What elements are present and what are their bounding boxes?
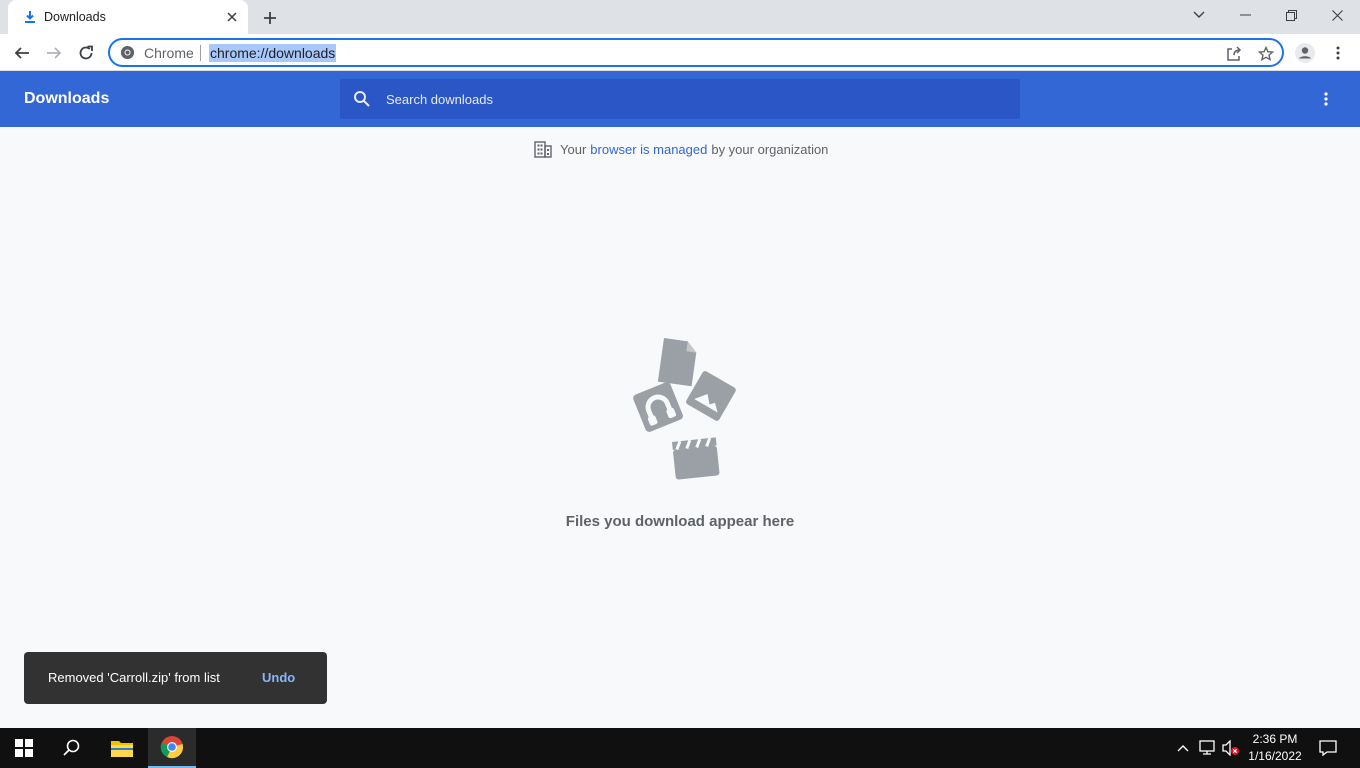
chrome-icon xyxy=(120,45,136,61)
url-text[interactable]: chrome://downloads xyxy=(209,44,337,62)
clock-date: 1/16/2022 xyxy=(1248,749,1302,763)
search-taskbar-icon[interactable] xyxy=(48,728,96,768)
empty-message: Files you download appear here xyxy=(565,513,795,530)
managed-notice: Your browser is managed by your organiza… xyxy=(534,140,828,158)
search-input[interactable] xyxy=(386,79,1006,119)
back-button[interactable] xyxy=(9,40,35,66)
managed-prefix: Your xyxy=(560,141,587,157)
system-clock[interactable]: 2:36 PM 1/16/2022 xyxy=(1244,731,1306,765)
network-icon[interactable] xyxy=(1197,738,1217,758)
new-tab-button[interactable] xyxy=(258,6,282,30)
page-title: Downloads xyxy=(24,90,110,107)
chrome-taskbar-icon[interactable] xyxy=(148,728,196,768)
volume-muted-icon[interactable] xyxy=(1221,738,1241,758)
minimize-button[interactable] xyxy=(1222,0,1268,30)
chrome-menu-icon[interactable] xyxy=(1325,40,1351,66)
downloads-header: Downloads xyxy=(0,71,1360,127)
search-box[interactable] xyxy=(340,79,1020,119)
site-chip: Chrome xyxy=(144,45,194,61)
file-explorer-icon[interactable] xyxy=(98,728,146,768)
tab-strip: Downloads xyxy=(0,0,1360,34)
image-icon xyxy=(686,371,736,421)
restore-button[interactable] xyxy=(1268,0,1314,30)
download-icon xyxy=(22,9,38,25)
close-window-button[interactable] xyxy=(1314,0,1360,30)
address-bar[interactable]: Chrome chrome://downloads xyxy=(108,38,1284,67)
search-icon xyxy=(353,90,371,108)
tab-close-icon[interactable] xyxy=(224,9,240,25)
more-actions-icon[interactable] xyxy=(1314,87,1338,111)
clock-time: 2:36 PM xyxy=(1252,732,1298,746)
empty-downloads-illustration xyxy=(616,334,744,484)
forward-button[interactable] xyxy=(41,40,67,66)
managed-suffix: by your organization xyxy=(711,141,829,157)
profile-avatar[interactable] xyxy=(1292,40,1318,66)
undo-toast: Removed 'Carroll.zip' from list Undo xyxy=(24,652,327,704)
windows-taskbar: 2:36 PM 1/16/2022 xyxy=(0,728,1360,768)
tab-title: Downloads xyxy=(44,10,106,24)
start-button[interactable] xyxy=(0,728,48,768)
tab-downloads[interactable]: Downloads xyxy=(8,0,248,34)
reload-button[interactable] xyxy=(73,40,99,66)
video-icon xyxy=(672,437,720,480)
browser-toolbar: Chrome chrome://downloads xyxy=(0,34,1360,71)
tab-search-icon[interactable] xyxy=(1176,0,1222,30)
share-icon[interactable] xyxy=(1224,44,1244,64)
notifications-icon[interactable] xyxy=(1318,738,1338,758)
chevron-up-icon[interactable] xyxy=(1173,738,1193,758)
toast-message: Removed 'Carroll.zip' from list xyxy=(48,670,220,685)
bookmark-star-icon[interactable] xyxy=(1256,44,1276,64)
building-icon xyxy=(534,140,552,158)
managed-link[interactable]: browser is managed xyxy=(590,142,707,157)
audio-icon xyxy=(633,382,683,432)
omnibox-separator xyxy=(200,45,201,61)
document-icon xyxy=(657,338,697,387)
undo-button[interactable]: Undo xyxy=(262,670,295,685)
